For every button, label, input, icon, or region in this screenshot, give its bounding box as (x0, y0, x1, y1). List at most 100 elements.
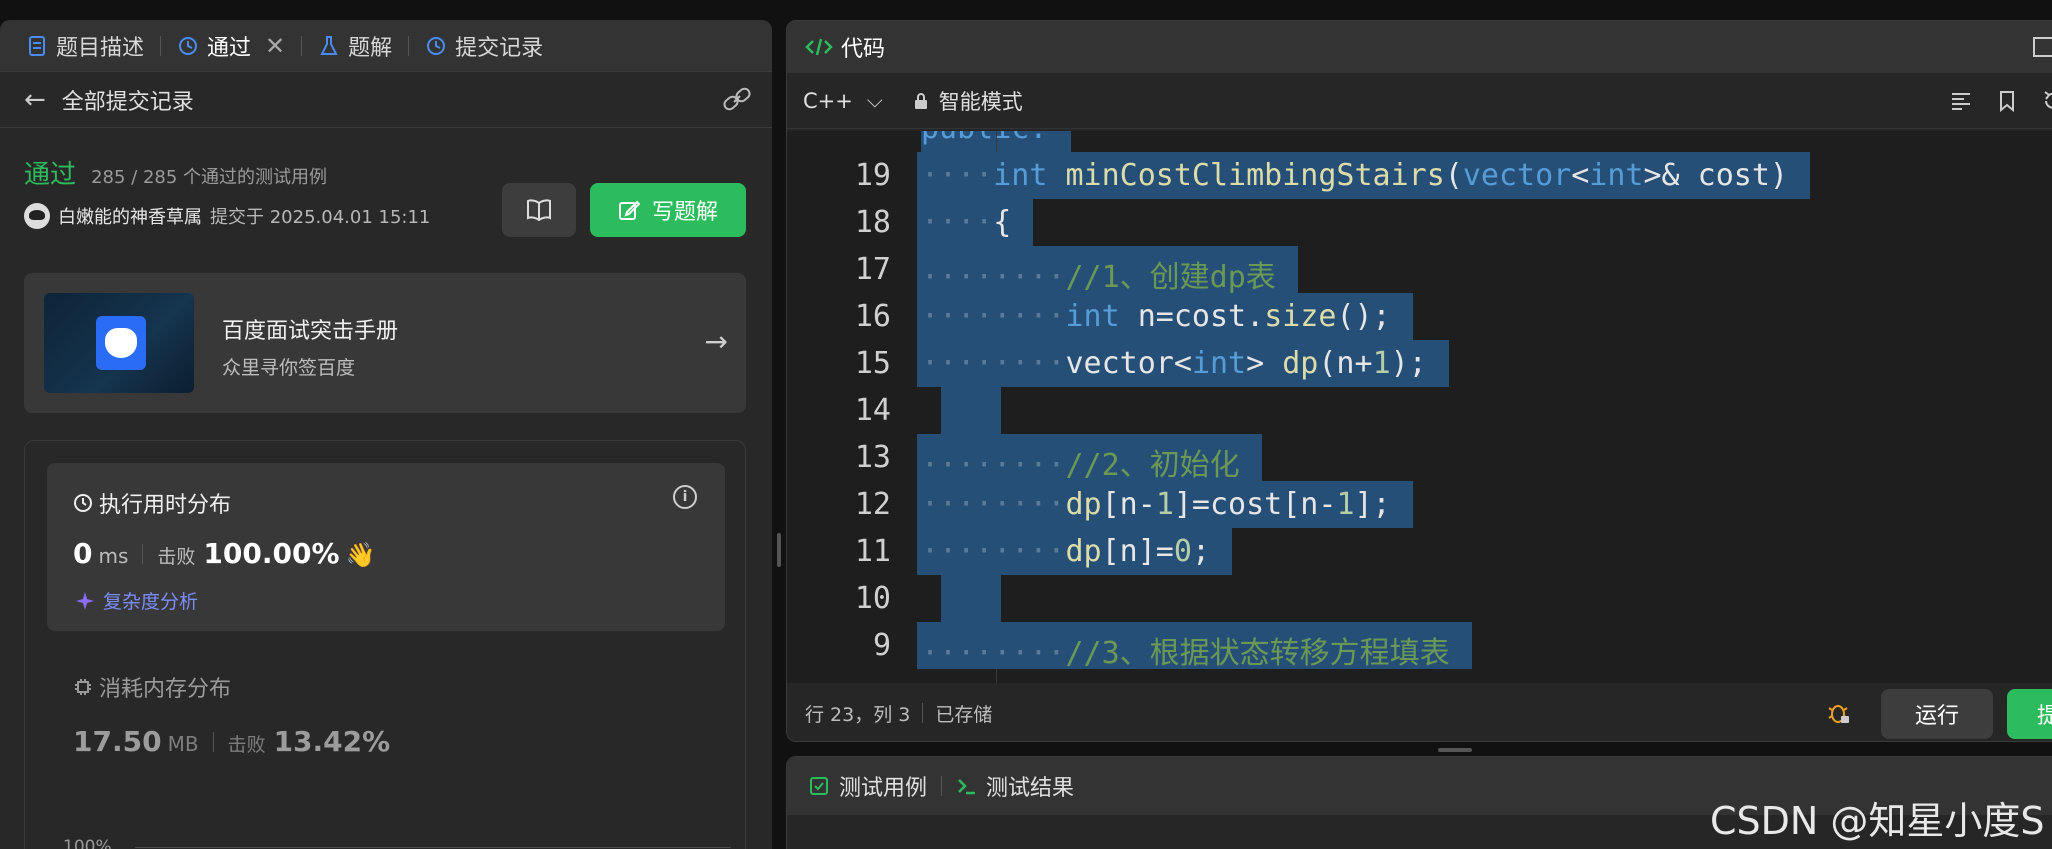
bookmark-icon[interactable] (1995, 89, 2019, 113)
tab-divider (408, 35, 410, 56)
line-number: 19 (854, 158, 891, 193)
back-arrow-icon[interactable]: ← (24, 85, 46, 115)
code-token: vector< (1065, 346, 1192, 381)
write-solution-label: 写题解 (651, 200, 718, 225)
promo-title: 百度面试突击手册 (222, 319, 399, 344)
code-token: 1 (1336, 487, 1355, 522)
reset-icon[interactable] (2041, 89, 2052, 113)
complexity-label: 复杂度分析 (103, 591, 199, 613)
whitespace-dots: ···· (921, 158, 994, 193)
app-root: 题目描述 通过 ✕ 题解 提交记录 ← 全部提交记录 通过 285 / 285 … (0, 0, 2052, 849)
chart-axis-label: 100% (63, 837, 112, 849)
write-solution-button[interactable]: 写题解 (590, 183, 746, 237)
code-line: 9 ········//3、根据状态转移方程填表 (787, 622, 2052, 671)
code-line: 12 ········dp[n-1]=cost[n-1]; (787, 481, 2052, 528)
whitespace-dots: ···· (921, 205, 994, 240)
tab-label: 题目描述 (56, 35, 145, 61)
format-icon[interactable] (1949, 89, 1973, 113)
tab-test-result[interactable]: 测试结果 (986, 770, 1074, 802)
code-token: n=cost. (1119, 299, 1265, 334)
code-editor[interactable]: public: 19····int minCostClimbingStairs(… (787, 131, 2052, 683)
link-icon[interactable] (722, 86, 752, 112)
submission-subheader: ← 全部提交记录 (0, 72, 772, 128)
submit-button[interactable]: 提 (2007, 689, 2052, 739)
smart-mode-toggle[interactable]: 智能模式 (939, 86, 1023, 116)
code-token: 0 (1173, 534, 1192, 569)
tab-divider (301, 35, 303, 56)
line-number: 18 (854, 205, 891, 240)
code-token: [n- (1101, 487, 1156, 522)
whitespace-dots: ········ (921, 448, 1066, 483)
notes-button[interactable] (502, 183, 576, 237)
code-text: ········dp[n-1]=cost[n-1]; (921, 487, 1391, 522)
code-token: ]; (1354, 487, 1391, 522)
tab-description[interactable]: 题目描述 (20, 30, 150, 62)
info-icon[interactable]: i (673, 485, 697, 509)
complexity-analysis-link[interactable]: 复杂度分析 (73, 587, 198, 614)
avatar[interactable] (24, 203, 50, 229)
horizontal-resize-handle[interactable] (1438, 748, 1472, 752)
language-select[interactable]: C++ (803, 89, 853, 113)
divider (142, 543, 144, 564)
divider (212, 731, 214, 752)
line-number: 16 (854, 299, 891, 334)
code-token: ; (1191, 534, 1210, 569)
watermark: CSDN @知星小度S (1710, 799, 2045, 843)
runtime-title-text: 执行用时分布 (99, 493, 232, 518)
arrow-right-icon[interactable]: → (705, 325, 728, 358)
code-text: ········//2、初始化 (921, 440, 1240, 484)
run-button[interactable]: 运行 (1881, 689, 1993, 739)
history-icon (179, 36, 198, 55)
tab-testcases[interactable]: 测试用例 (839, 770, 927, 802)
vertical-resize-handle[interactable] (777, 533, 781, 567)
code-token: >& (1643, 158, 1680, 193)
expand-icon[interactable] (2033, 37, 2052, 57)
code-token: cost) (1679, 158, 1788, 193)
beat-label: 击败 (157, 546, 196, 568)
code-tab-title[interactable]: 代码 (841, 31, 885, 63)
debug-icon[interactable] (1827, 701, 1851, 725)
flask-icon (320, 35, 338, 55)
divider (922, 703, 924, 723)
runtime-value: 0 (73, 537, 93, 570)
code-token: //1、创建dp表 (1065, 260, 1276, 295)
line-number: 14 (854, 393, 891, 428)
tab-label: 提交记录 (455, 35, 544, 61)
whitespace-dots: ········ (921, 487, 1066, 522)
code-tabbar: 代码 (787, 21, 2052, 73)
selection (941, 575, 1001, 622)
memory-unit: MB (167, 732, 199, 756)
chevron-down-icon[interactable]: ⌵ (867, 88, 883, 113)
all-submissions-link[interactable]: 全部提交记录 (62, 84, 194, 116)
close-icon[interactable]: ✕ (265, 32, 285, 60)
top-strip (0, 0, 2052, 20)
toolbar-icons (1949, 89, 2052, 113)
tab-accepted[interactable]: 通过 ✕ (171, 30, 291, 62)
promo-card[interactable]: 百度面试突击手册 众里寻你签百度 → (24, 273, 746, 413)
username[interactable]: 白嫩能的神香草属 (58, 203, 202, 229)
beat-label: 击败 (227, 734, 266, 756)
code-token: size (1264, 299, 1337, 334)
code-token: //3、根据状态转移方程填表 (1065, 636, 1450, 671)
code-text: ····int minCostClimbingStairs(vector<int… (921, 158, 1788, 193)
code-token: < (1571, 158, 1590, 193)
code-token: ]=cost[n- (1173, 487, 1337, 522)
checkbox-icon (810, 777, 828, 795)
code-token: (); (1336, 299, 1391, 334)
tab-solutions[interactable]: 题解 (312, 30, 398, 62)
tab-submissions[interactable]: 提交记录 (419, 30, 549, 62)
code-token: minCostClimbingStairs (1065, 158, 1445, 193)
book-icon (527, 199, 551, 221)
code-token: dp (1065, 487, 1102, 522)
runtime-card[interactable]: 执行用时分布 i 0 ms 击败 100.00% 👋 复杂度分析 (47, 463, 725, 631)
memory-title[interactable]: 消耗内存分布 (73, 671, 231, 703)
promo-image (44, 293, 194, 393)
line-number: 11 (854, 534, 891, 569)
code-token: 1 (1155, 487, 1174, 522)
stats-box: 执行用时分布 i 0 ms 击败 100.00% 👋 复杂度分析 消耗内存分布 … (24, 440, 746, 849)
code-line: 14 (787, 387, 2052, 434)
code-token: ); (1390, 346, 1427, 381)
line-number: 13 (854, 440, 891, 475)
code-line: 11 ········dp[n]=0; (787, 528, 2052, 575)
cursor-position: 行 23，列 3 (805, 703, 911, 726)
